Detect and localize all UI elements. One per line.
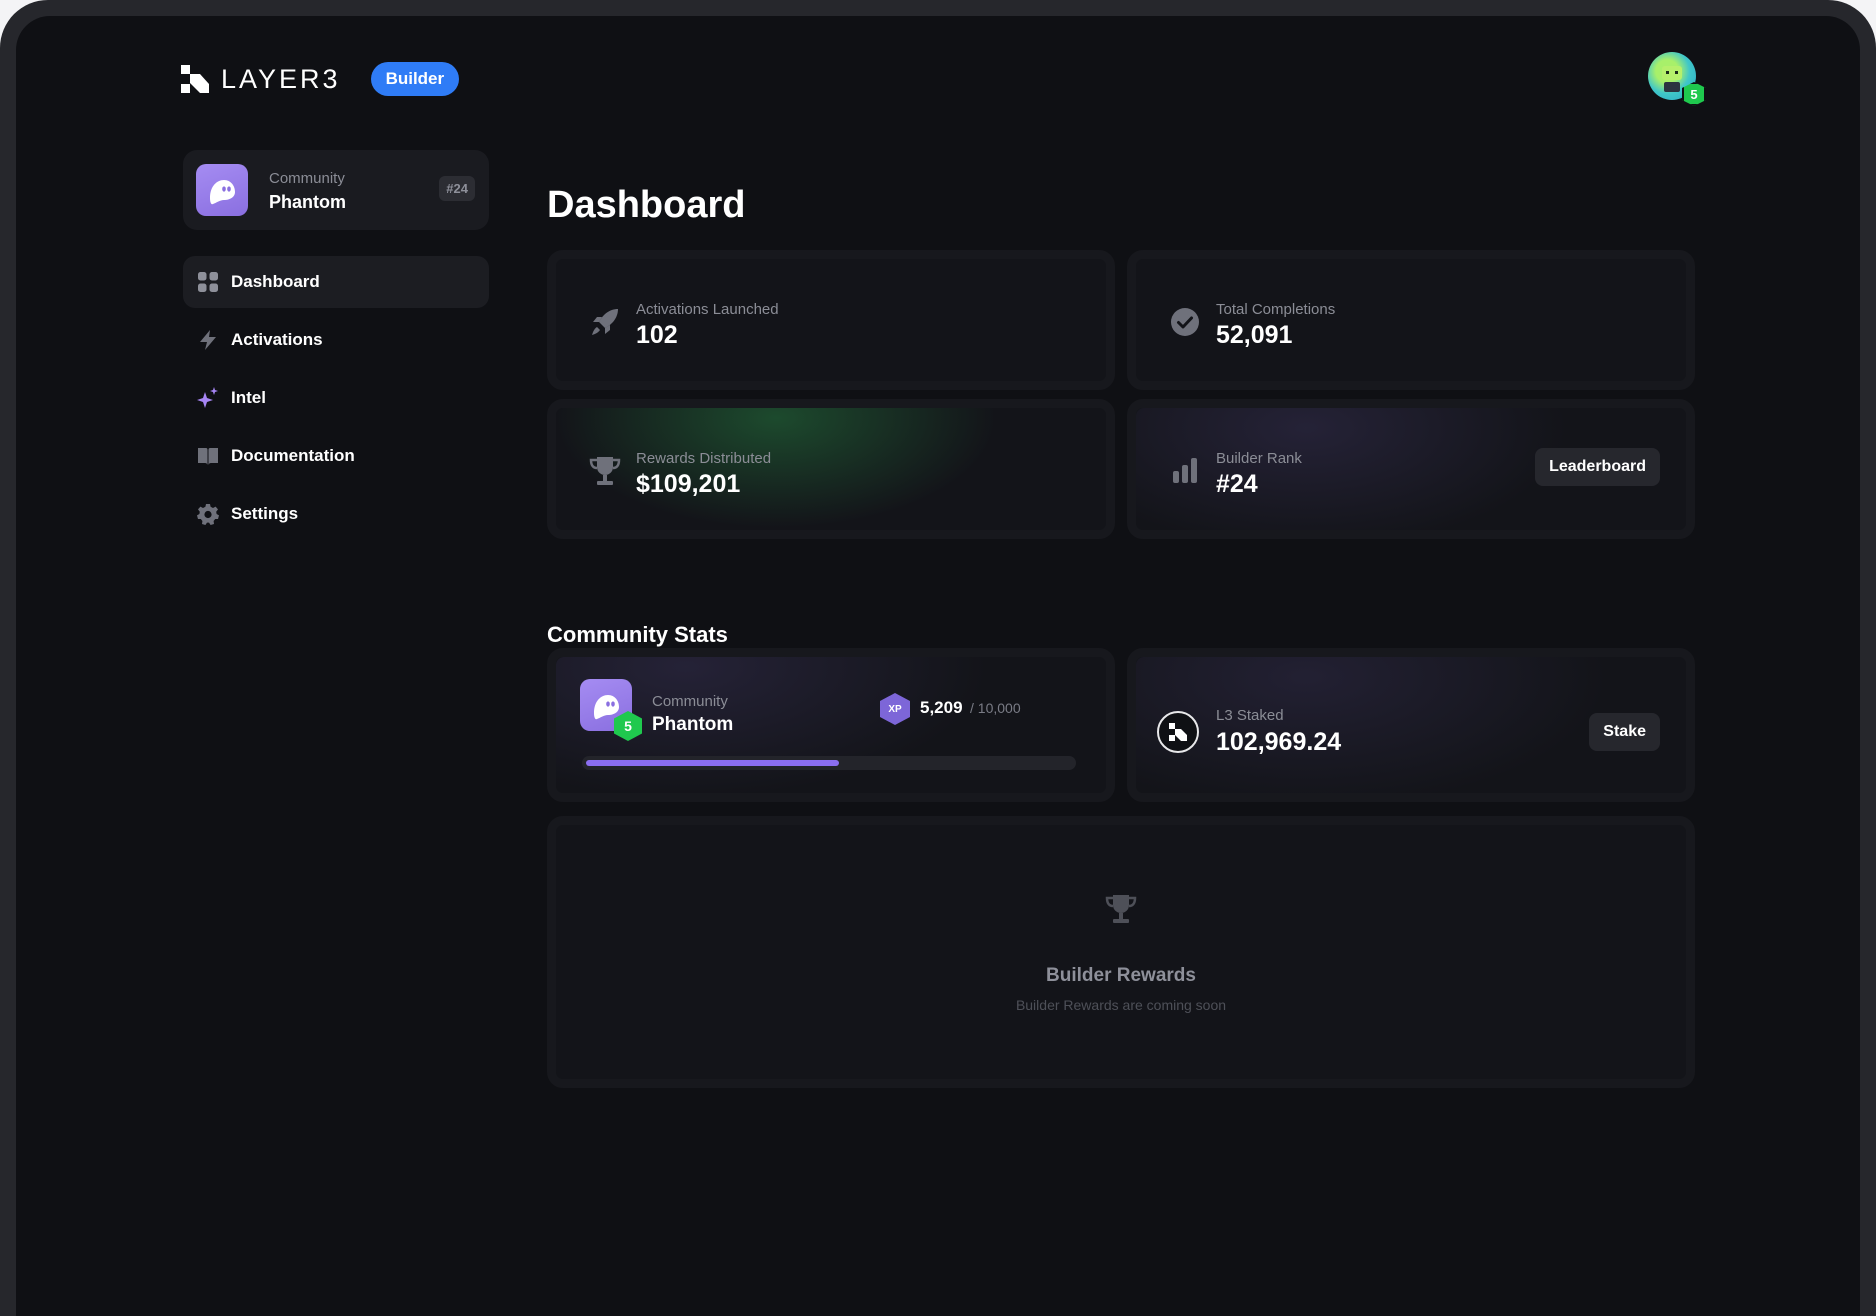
xp-max: / 10,000 bbox=[970, 700, 1021, 716]
page-title: Dashboard bbox=[547, 184, 746, 226]
builder-badge: Builder bbox=[370, 62, 460, 96]
stat-label: Builder Rank bbox=[1216, 450, 1302, 467]
stat-label: Rewards Distributed bbox=[636, 450, 772, 467]
community-label: Community bbox=[652, 693, 728, 710]
bolt-icon bbox=[197, 329, 219, 351]
brand-wordmark: LAYER3 bbox=[221, 63, 341, 94]
sidebar-item-activations[interactable]: Activations bbox=[183, 314, 489, 366]
app-screen: LAYER3 Builder 5 Community Phantom #24 D… bbox=[16, 16, 1860, 1316]
check-circle-icon bbox=[1171, 308, 1199, 336]
section-title-community-stats: Community Stats bbox=[547, 622, 728, 647]
stake-button[interactable]: Stake bbox=[1589, 713, 1660, 751]
sidebar-item-label: Activations bbox=[231, 330, 323, 349]
book-icon bbox=[197, 445, 219, 467]
sidebar-item-label: Dashboard bbox=[231, 272, 320, 291]
community-name: Phantom bbox=[269, 192, 347, 212]
sparkle-icon bbox=[197, 387, 219, 409]
gear-icon bbox=[197, 503, 219, 525]
l3-staked-card: L3 Staked 102,969.24 Stake bbox=[1127, 648, 1695, 802]
stat-value: 102,969.24 bbox=[1216, 728, 1342, 756]
leaderboard-button[interactable]: Leaderboard bbox=[1535, 448, 1660, 486]
stat-card-activations: Activations Launched 102 bbox=[547, 250, 1115, 390]
green-glow bbox=[556, 408, 1106, 530]
community-progress-card: 5 Community Phantom XP 5,209 / 10,000 bbox=[547, 648, 1115, 802]
trophy-icon bbox=[1105, 895, 1137, 923]
builder-rewards-subtitle: Builder Rewards are coming soon bbox=[1015, 997, 1227, 1013]
stat-value: 102 bbox=[636, 321, 678, 349]
sidebar-item-dashboard[interactable]: Dashboard bbox=[183, 256, 489, 308]
device-frame: LAYER3 Builder 5 Community Phantom #24 D… bbox=[0, 0, 1876, 1316]
stat-label: Total Completions bbox=[1216, 301, 1336, 318]
stat-card-rewards: Rewards Distributed $109,201 bbox=[547, 399, 1115, 539]
stat-card-rank: Builder Rank #24 Leaderboard bbox=[1127, 399, 1695, 539]
sidebar-item-intel[interactable]: Intel bbox=[183, 372, 489, 424]
builder-rewards-title: Builder Rewards bbox=[1046, 965, 1196, 986]
sidebar-nav: Dashboard Activations Intel Documentatio… bbox=[183, 256, 489, 546]
builder-rewards-card: Builder Rewards Builder Rewards are comi… bbox=[547, 816, 1695, 1088]
stat-value: #24 bbox=[1216, 470, 1258, 498]
sidebar-item-label: Settings bbox=[231, 504, 299, 523]
sidebar-item-label: Documentation bbox=[231, 446, 355, 465]
grid-icon bbox=[197, 271, 219, 293]
stat-label: Activations Launched bbox=[636, 301, 779, 318]
layer3-logo-icon bbox=[181, 65, 209, 93]
stat-value: 52,091 bbox=[1216, 321, 1293, 349]
layer3-token-icon bbox=[1157, 711, 1199, 753]
community-switcher[interactable]: Community Phantom #24 bbox=[183, 150, 489, 230]
sidebar-item-settings[interactable]: Settings bbox=[183, 488, 489, 540]
xp-progress-bar bbox=[582, 756, 1076, 770]
xp-progress-fill bbox=[586, 760, 839, 766]
community-label: Community bbox=[269, 170, 345, 187]
community-name: Phantom bbox=[652, 714, 734, 735]
brand-logo[interactable]: LAYER3 Builder bbox=[181, 62, 460, 96]
rocket-icon bbox=[592, 309, 618, 335]
xp-value: 5,209 bbox=[920, 698, 963, 717]
sidebar-item-label: Intel bbox=[231, 388, 266, 407]
stat-value: $109,201 bbox=[636, 470, 741, 498]
phantom-logo-icon bbox=[196, 164, 248, 216]
community-rank-badge: #24 bbox=[439, 176, 475, 201]
bar-chart-icon bbox=[1173, 458, 1197, 483]
stat-card-completions: Total Completions 52,091 bbox=[1127, 250, 1695, 390]
trophy-icon bbox=[589, 457, 621, 485]
stat-label: L3 Staked bbox=[1216, 707, 1284, 724]
sidebar-item-documentation[interactable]: Documentation bbox=[183, 430, 489, 482]
